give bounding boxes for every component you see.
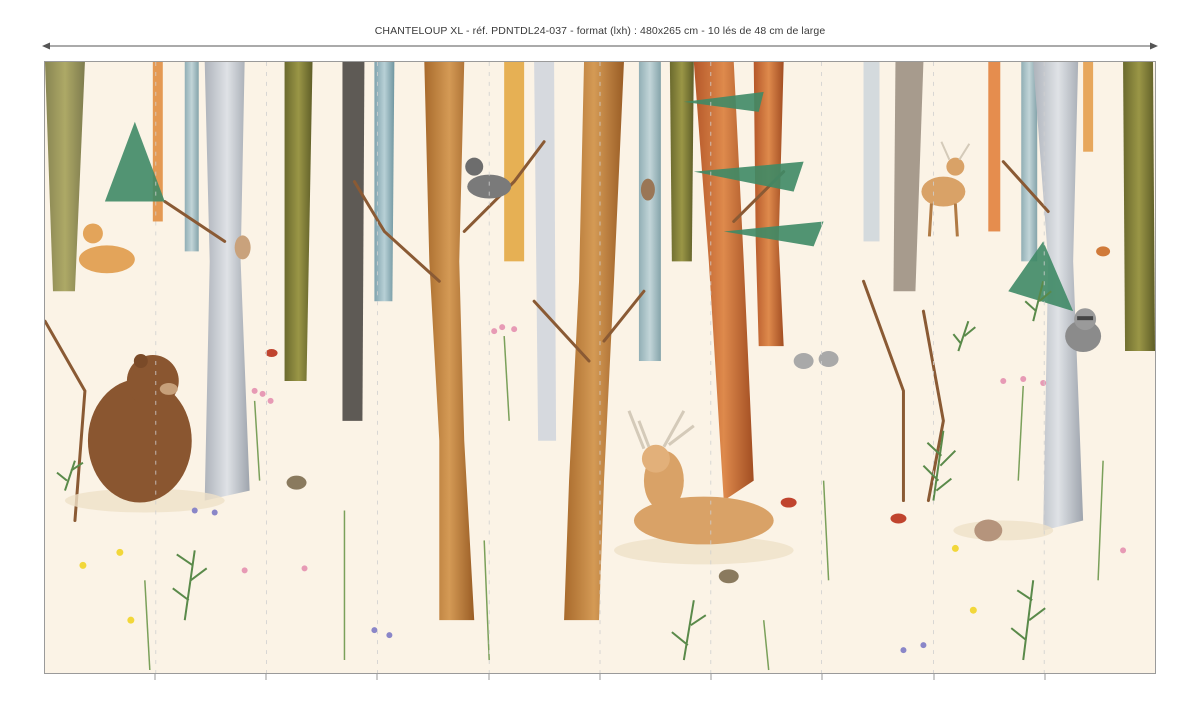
product-caption: CHANTELOUP XL - réf. PDNTDL24-037 - form… [374,25,826,37]
forest-scene [45,62,1155,673]
width-dimension-arrow-icon [42,42,1158,50]
hoopoe-bird-illustration [1096,246,1111,257]
forest-wallpaper-illustration [44,61,1156,674]
panel-width-ticks [154,674,1046,680]
product-sheet: CHANTELOUP XL - réf. PDNTDL24-037 - form… [0,0,1200,710]
